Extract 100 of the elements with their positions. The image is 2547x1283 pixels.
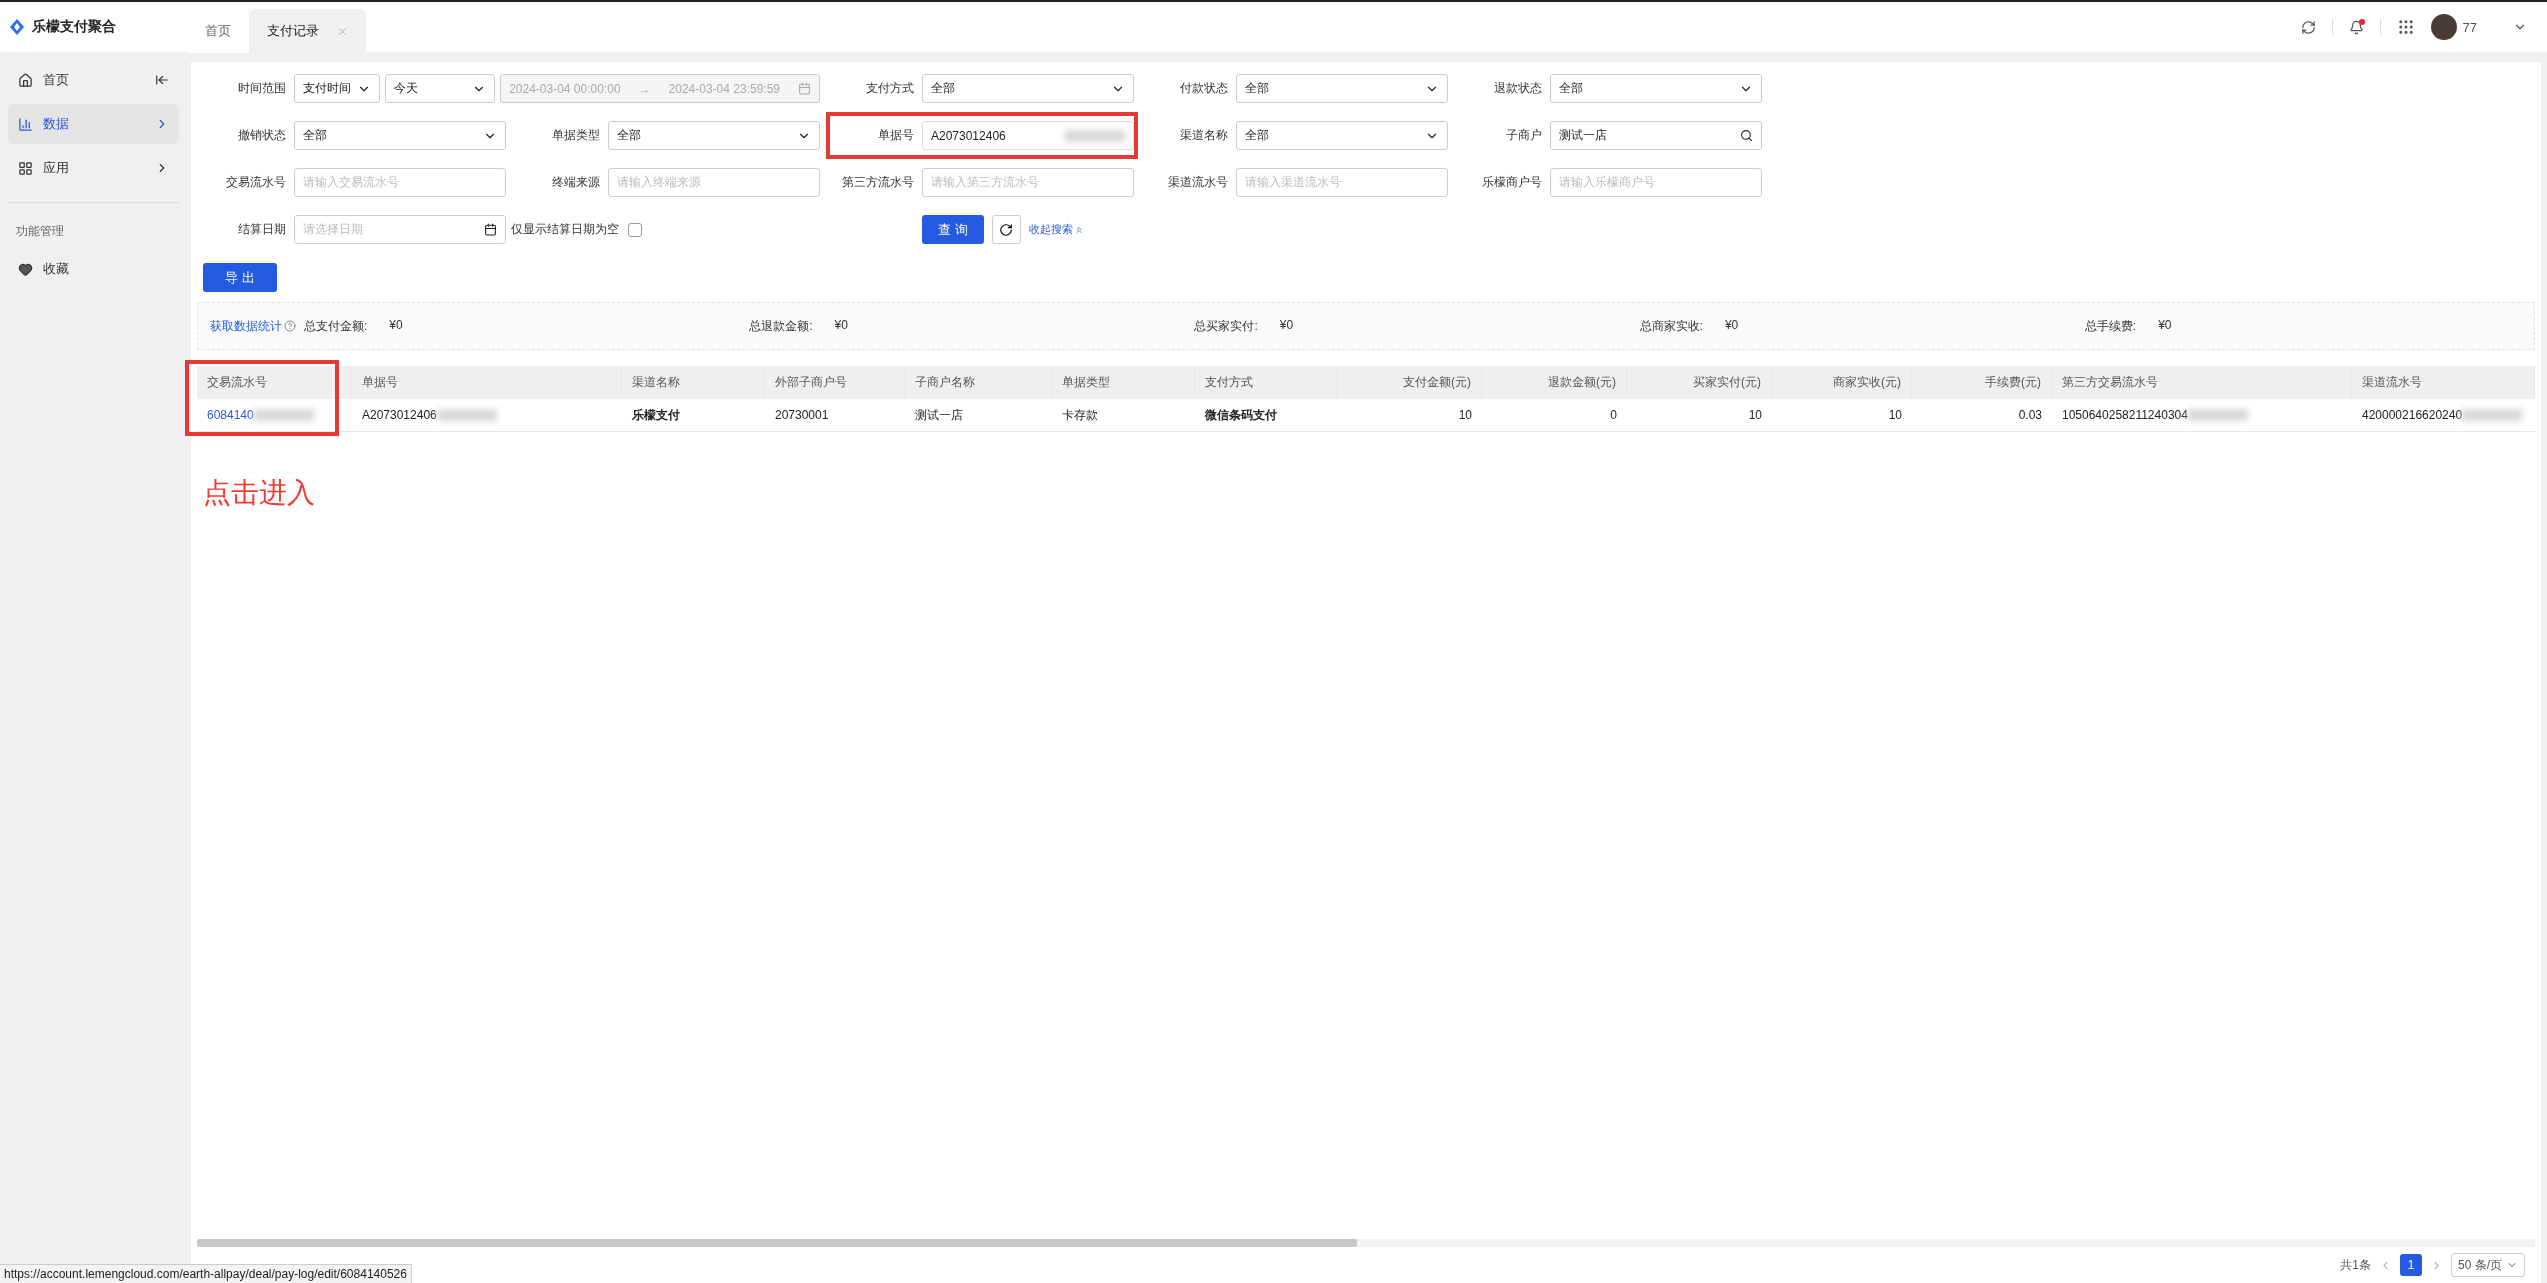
sidebar-item[interactable]: 收藏 bbox=[8, 249, 179, 289]
stat-label: 总商家实收: bbox=[1639, 317, 1703, 335]
sidebar-item[interactable]: 数据 bbox=[8, 104, 179, 144]
grid-icon bbox=[18, 160, 33, 176]
field-label: 乐檬商户号 bbox=[1481, 174, 1543, 191]
heart-icon bbox=[18, 261, 33, 277]
select-field[interactable]: 全部 bbox=[608, 121, 820, 150]
table-cell: 1050640258211240304 bbox=[2052, 399, 2352, 432]
column-header: 手续费(元) bbox=[1912, 366, 2052, 399]
table-cell: 420000216620240 bbox=[2352, 399, 2535, 432]
table-cell: A2073012406 bbox=[352, 399, 622, 432]
column-header: 单据类型 bbox=[1052, 366, 1195, 399]
field-label: 付款状态 bbox=[1179, 80, 1229, 97]
home-icon bbox=[18, 72, 33, 88]
select-field[interactable]: 全部 bbox=[1236, 74, 1448, 103]
column-header: 渠道名称 bbox=[622, 366, 765, 399]
select-field[interactable]: 支付时间 bbox=[294, 74, 380, 103]
field-label: 渠道名称 bbox=[1179, 127, 1229, 144]
table-cell: 10 bbox=[1772, 399, 1912, 432]
checkbox[interactable] bbox=[628, 222, 642, 237]
column-header: 子商户名称 bbox=[905, 366, 1052, 399]
column-header: 交易流水号 bbox=[197, 366, 352, 399]
table-cell: 乐檬支付 bbox=[622, 399, 765, 432]
select-field[interactable]: 今天 bbox=[385, 74, 496, 103]
table-cell: 10 bbox=[1337, 399, 1482, 432]
column-header: 单据号 bbox=[352, 366, 622, 399]
search-field[interactable]: 测试一店 bbox=[1550, 121, 1762, 150]
field-label: 终端来源 bbox=[551, 174, 601, 191]
status-url: https://account.lemengcloud.com/earth-allpay/deal/pay-log/edit/6084140526 bbox=[0, 1264, 412, 1283]
select-field[interactable]: 全部 bbox=[1550, 74, 1762, 103]
column-header: 第三方交易流水号 bbox=[2052, 366, 2352, 399]
user-name: 77 bbox=[2462, 19, 2477, 35]
stat-value: ¥0 bbox=[389, 317, 403, 334]
field-label: 退款状态 bbox=[1493, 80, 1543, 97]
column-header: 买家实付(元) bbox=[1627, 366, 1772, 399]
field-label: 交易流水号 bbox=[225, 174, 287, 191]
column-header: 支付方式 bbox=[1195, 366, 1337, 399]
select-field[interactable]: 全部 bbox=[922, 74, 1134, 103]
sidebar-item[interactable]: 首页 bbox=[8, 60, 179, 100]
field-label: 支付方式 bbox=[865, 80, 915, 97]
select-field[interactable]: 全部 bbox=[1236, 121, 1448, 150]
field-label: 渠道流水号 bbox=[1167, 174, 1229, 191]
table-cell: 0.03 bbox=[1912, 399, 2052, 432]
stat-value: ¥0 bbox=[1724, 317, 1739, 334]
group-label: 功能管理 bbox=[15, 222, 65, 240]
column-header: 退款金额(元) bbox=[1482, 366, 1627, 399]
avatar[interactable] bbox=[2430, 14, 2457, 40]
collapse-sidebar-icon[interactable] bbox=[155, 73, 169, 87]
stat-value: ¥0 bbox=[834, 317, 848, 334]
chevrons-up-icon bbox=[1073, 224, 1084, 235]
apps-grid-icon[interactable] bbox=[2396, 18, 2415, 36]
page-button[interactable]: 1 bbox=[2400, 1254, 2422, 1276]
stat-label: 总买家实付: bbox=[1194, 317, 1258, 335]
refresh-icon bbox=[999, 222, 1014, 237]
logo-icon bbox=[10, 19, 24, 35]
table-cell: 0 bbox=[1482, 399, 1627, 432]
table-cell: 微信条码支付 bbox=[1195, 399, 1337, 432]
total-count: 共1条 bbox=[2340, 1256, 2371, 1274]
bar-chart-icon bbox=[18, 116, 33, 132]
sidebar-item[interactable]: 应用 bbox=[8, 148, 179, 188]
data-stats-link[interactable]: 获取数据统计 bbox=[210, 317, 296, 335]
checkbox-label: 仅显示结算日期为空 bbox=[511, 221, 620, 238]
refresh-icon[interactable] bbox=[2300, 19, 2316, 35]
field-label: 第三方流水号 bbox=[841, 174, 915, 191]
horizontal-scrollbar[interactable] bbox=[197, 1239, 2535, 1247]
table-cell: 测试一店 bbox=[905, 399, 1052, 432]
annotation-text: 点击进入 bbox=[203, 476, 316, 510]
column-header: 支付金额(元) bbox=[1337, 366, 1482, 399]
page-size-select[interactable]: 50 条/页 bbox=[2451, 1253, 2525, 1277]
collapse-search-link[interactable]: 收起搜索 bbox=[1028, 222, 1084, 237]
tab[interactable]: 支付记录 bbox=[249, 9, 366, 53]
search-button[interactable]: 查 询 bbox=[922, 215, 984, 244]
calendar-icon bbox=[484, 223, 497, 236]
field-label: 单据号 bbox=[877, 127, 915, 144]
calendar-icon bbox=[798, 82, 811, 95]
input-field[interactable]: A2073012406 bbox=[922, 121, 1134, 150]
column-header: 外部子商户号 bbox=[765, 366, 905, 399]
bell-icon[interactable] bbox=[2348, 19, 2364, 35]
column-header: 商家实收(元) bbox=[1772, 366, 1912, 399]
field-label: 结算日期 bbox=[237, 221, 287, 238]
table-cell: 10 bbox=[1627, 399, 1772, 432]
select-field[interactable]: 全部 bbox=[294, 121, 506, 150]
stat-label: 总支付金额: bbox=[304, 317, 368, 335]
table-cell: 卡存款 bbox=[1052, 399, 1195, 432]
stat-value: ¥0 bbox=[2158, 317, 2172, 334]
column-header: 渠道流水号 bbox=[2352, 366, 2535, 399]
field-label: 时间范围 bbox=[237, 80, 287, 97]
search-icon bbox=[1740, 129, 1753, 142]
field-label: 撤销状态 bbox=[237, 127, 287, 144]
stat-value: ¥0 bbox=[1279, 317, 1294, 334]
export-button[interactable]: 导 出 bbox=[203, 263, 277, 292]
redaction-blur bbox=[1065, 129, 1125, 142]
reset-button[interactable] bbox=[991, 215, 1021, 244]
help-icon bbox=[284, 320, 296, 332]
transaction-link[interactable]: 6084140 bbox=[197, 399, 352, 432]
field-label: 单据类型 bbox=[551, 127, 601, 144]
stat-label: 总退款金额: bbox=[749, 317, 813, 335]
table-cell: 20730001 bbox=[765, 399, 905, 432]
app-title: 乐檬支付聚合 bbox=[32, 18, 116, 36]
stat-label: 总手续费: bbox=[2084, 317, 2137, 335]
